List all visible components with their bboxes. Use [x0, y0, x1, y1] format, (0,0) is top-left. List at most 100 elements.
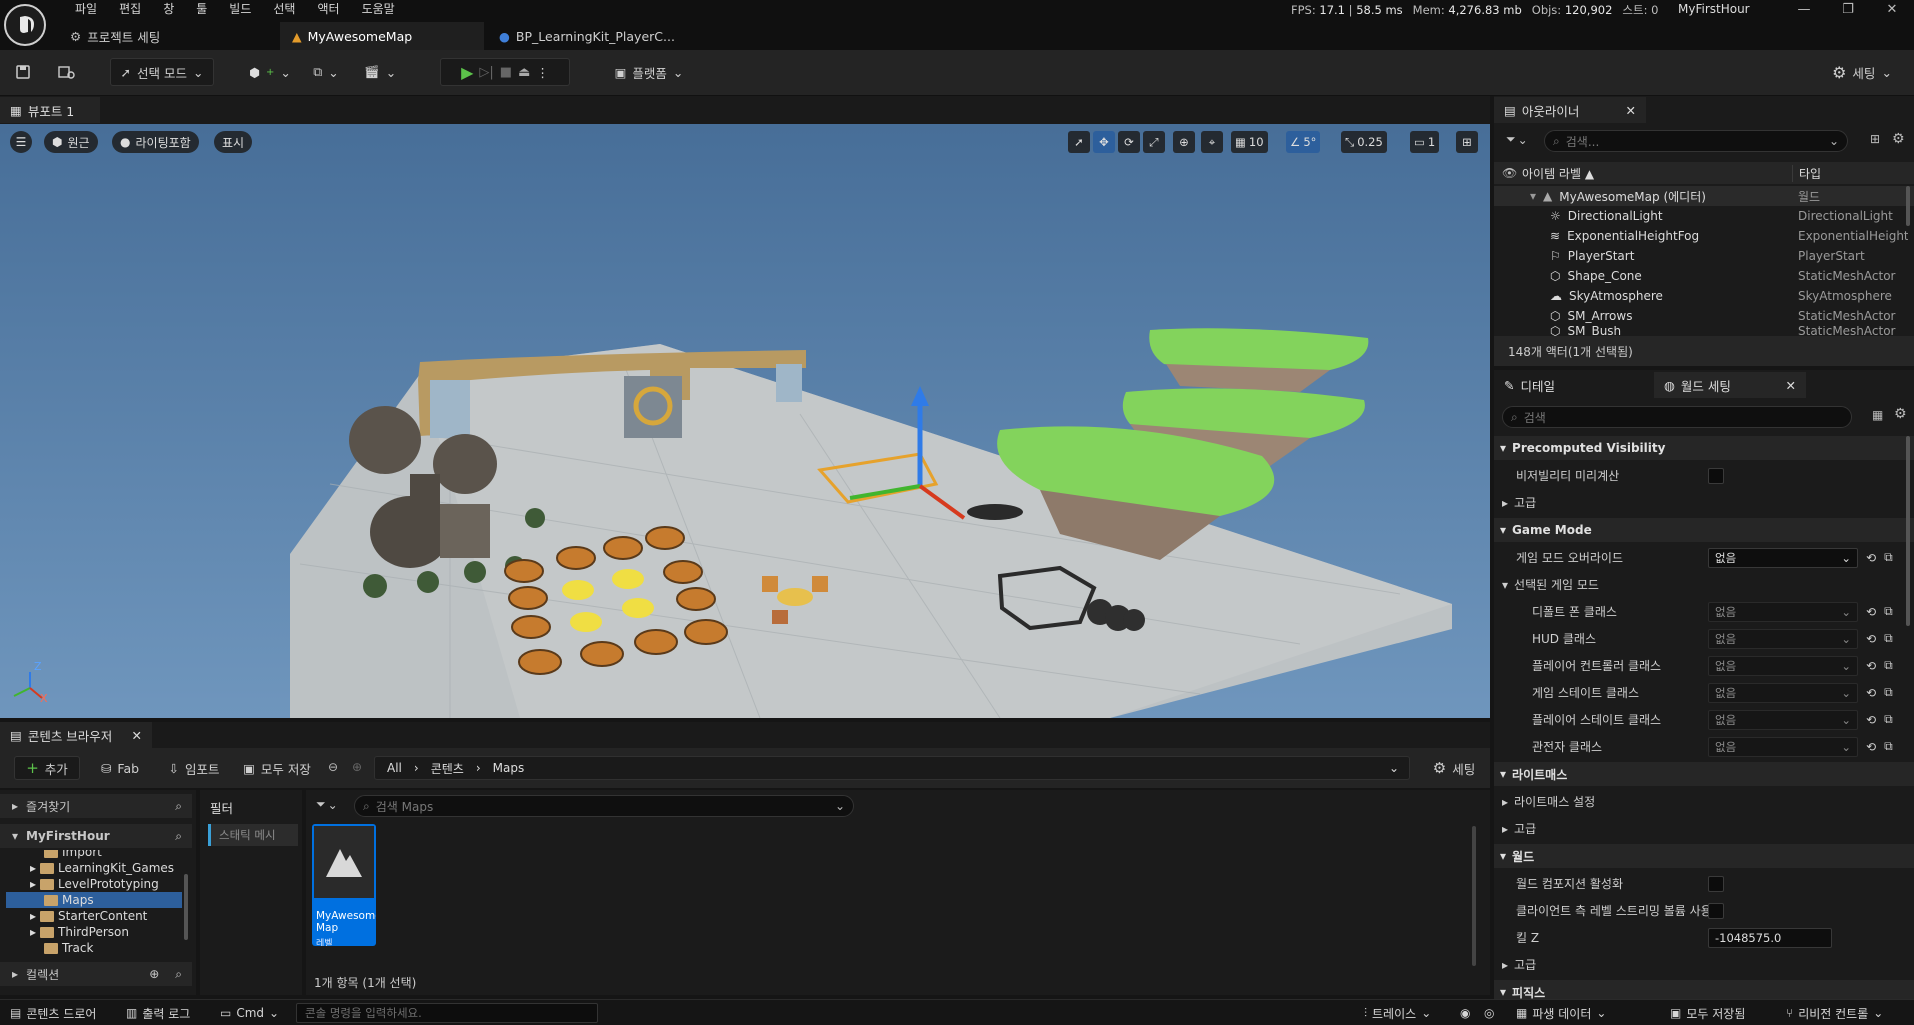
close-icon[interactable]: ✕	[1786, 378, 1796, 393]
save-icon[interactable]	[10, 58, 36, 86]
tab-viewport[interactable]: ▦ 뷰포트 1	[0, 97, 100, 123]
stop-icon[interactable]: ■	[500, 65, 512, 80]
menu-help[interactable]: 도움말	[351, 1, 406, 18]
tab-details[interactable]: ✎ 디테일	[1494, 372, 1565, 398]
lighting-mode-button[interactable]: ● 라이팅포함	[112, 131, 199, 153]
output-log-button[interactable]: ▥ 출력 로그	[126, 1004, 190, 1022]
asset-scrollbar[interactable]	[1472, 826, 1476, 966]
asset-search[interactable]: ⌕ 검색 Maps ⌄	[354, 795, 854, 817]
section-lightmass[interactable]: ▾ 라이트매스	[1494, 762, 1914, 786]
reset-arrow-icon[interactable]: ⟲	[1866, 632, 1876, 646]
favorites-header[interactable]: ▸ 즐겨찾기 ⌕	[0, 794, 192, 818]
derived-data-dropdown[interactable]: ▦ 파생 데이터 ⌄	[1516, 1004, 1606, 1022]
scale-tool-icon[interactable]: ⤢	[1143, 131, 1165, 153]
import-button[interactable]: ⇩ 임포트	[164, 756, 224, 780]
row-advanced[interactable]: ▸ 고급	[1494, 489, 1914, 516]
tab-content-browser[interactable]: ▤ 콘텐츠 브라우저 ✕	[0, 722, 152, 748]
reset-arrow-icon[interactable]: ⟲	[1866, 605, 1876, 619]
breadcrumb-maps[interactable]: Maps	[493, 761, 525, 775]
layout-icon[interactable]: ⊞	[1456, 131, 1478, 153]
gamemode-override-dropdown[interactable]: 없음 ⌄	[1708, 547, 1858, 568]
outliner-row[interactable]: ☁ SkyAtmosphere SkyAtmosphere	[1494, 286, 1914, 306]
browse-icon[interactable]: ⧉	[1884, 604, 1893, 619]
scale-snap-button[interactable]: ⤡ 0.25	[1341, 131, 1387, 153]
browse-icon[interactable]: ⧉	[1884, 739, 1893, 754]
project-header[interactable]: ▾ MyFirstHour ⌕	[0, 824, 192, 848]
row-advanced-world[interactable]: ▸ 고급	[1494, 951, 1914, 978]
outliner-row[interactable]: ⬡ SM_Arrows StaticMeshActor	[1494, 306, 1914, 326]
trace-dropdown[interactable]: ⫶ 트레이스 ⌄	[1364, 1004, 1431, 1022]
rotate-tool-icon[interactable]: ⟳	[1118, 131, 1140, 153]
restore-icon[interactable]: ❐	[1826, 0, 1870, 18]
column-type[interactable]: 타입	[1792, 164, 1821, 182]
table-view-icon[interactable]: ▦	[1872, 408, 1883, 422]
cmd-dropdown[interactable]: ▭ Cmd ⌄	[220, 1004, 279, 1022]
step-icon[interactable]: ▷|	[479, 65, 493, 80]
folder-item[interactable]: Track	[0, 940, 182, 956]
details-search[interactable]: ⌕ 검색	[1502, 406, 1852, 428]
platform-dropdown[interactable]: ▣ 플랫폼 ⌄	[610, 58, 688, 86]
reset-arrow-icon[interactable]: ⟲	[1866, 659, 1876, 673]
close-icon[interactable]: ✕	[1626, 103, 1636, 118]
player-controller-dropdown[interactable]: 없음 ⌄	[1708, 655, 1858, 676]
eject-icon[interactable]: ⏏	[518, 65, 530, 80]
kill-z-input[interactable]: -1048575.0	[1708, 927, 1832, 948]
unreal-logo-icon[interactable]	[4, 4, 46, 46]
reset-arrow-icon[interactable]: ⟲	[1866, 686, 1876, 700]
precompute-visibility-checkbox[interactable]	[1708, 467, 1724, 484]
default-pawn-dropdown[interactable]: 없음 ⌄	[1708, 601, 1858, 622]
spectator-dropdown[interactable]: 없음 ⌄	[1708, 736, 1858, 757]
search-icon[interactable]: ⌕	[175, 799, 182, 814]
fab-button[interactable]: ⛁ Fab	[94, 756, 146, 780]
folder-item[interactable]: ▸ StarterContent	[0, 908, 182, 924]
close-icon[interactable]: ✕	[132, 728, 142, 743]
cinematics-button[interactable]: 🎬︎ ⌄	[358, 58, 402, 86]
minimize-icon[interactable]: —	[1782, 0, 1826, 18]
back-arrow-icon[interactable]: ⊖	[328, 760, 338, 774]
world-space-icon[interactable]: ⊕	[1173, 131, 1195, 153]
tab-world-settings[interactable]: ◍ 월드 세팅 ✕	[1654, 372, 1806, 398]
search-icon[interactable]: ⌕	[175, 829, 182, 844]
filter-button[interactable]: ⏷ ⌄	[1506, 132, 1528, 147]
outliner-search[interactable]: ⌕ 검색... ⌄	[1544, 130, 1848, 152]
section-physics[interactable]: ▾ 피직스	[1494, 980, 1914, 1000]
game-state-dropdown[interactable]: 없음 ⌄	[1708, 682, 1858, 703]
folder-item[interactable]: ▸ ThirdPerson	[0, 924, 182, 940]
perspective-button[interactable]: ⬢ 원근	[44, 131, 98, 153]
row-lightmass-settings[interactable]: ▸ 라이트매스 설정	[1494, 788, 1914, 815]
add-collection-icon[interactable]: ⊕	[149, 967, 159, 981]
add-button[interactable]: + 추가	[14, 756, 80, 780]
browse-icon[interactable]: ⧉	[1884, 550, 1893, 565]
folder-item[interactable]: ▸ LevelPrototyping	[0, 876, 182, 892]
surface-snap-icon[interactable]: ⌖	[1201, 131, 1223, 153]
browse-icon[interactable]: ⧉	[1884, 631, 1893, 646]
folder-item[interactable]: ▸ LearningKit_Games	[0, 860, 182, 876]
outliner-row[interactable]: ▾ ▲ MyAwesomeMap (에디터) 월드	[1494, 186, 1914, 206]
camera-speed-button[interactable]: ▭ 1	[1410, 131, 1440, 153]
outliner-scrollbar[interactable]	[1906, 186, 1910, 226]
breadcrumb-content[interactable]: 콘텐츠	[431, 760, 464, 777]
reset-arrow-icon[interactable]: ⟲	[1866, 740, 1876, 754]
gear-icon[interactable]: ⚙	[1892, 131, 1905, 147]
browse-icon[interactable]: ⧉	[1884, 658, 1893, 673]
menu-actor[interactable]: 액터	[306, 1, 350, 18]
revision-control-button[interactable]: ⑂ 리비전 컨트롤 ⌄	[1786, 1004, 1883, 1022]
tab-map[interactable]: ▲ MyAwesomeMap	[280, 22, 484, 50]
more-options-icon[interactable]: ⋮	[536, 65, 549, 80]
reset-arrow-icon[interactable]: ⟲	[1866, 551, 1876, 565]
outliner-row[interactable]: ≋ ExponentialHeightFog ExponentialHeight	[1494, 226, 1914, 246]
outliner-row[interactable]: ☼ DirectionalLight DirectionalLight	[1494, 206, 1914, 226]
grid-snap-button[interactable]: ▦ 10	[1231, 131, 1268, 153]
row-selected-gamemode[interactable]: ▾ 선택된 게임 모드	[1494, 571, 1914, 598]
menu-tools[interactable]: 툴	[185, 1, 218, 18]
screenshot-icon[interactable]: ◎	[1484, 1004, 1494, 1022]
show-button[interactable]: 표시	[214, 131, 253, 153]
browse-icon[interactable]: ⧉	[1884, 685, 1893, 700]
menu-file[interactable]: 파일	[64, 1, 108, 18]
menu-build[interactable]: 빌드	[218, 1, 262, 18]
record-icon[interactable]: ◉	[1460, 1004, 1470, 1022]
source-control-icon[interactable]	[54, 58, 80, 86]
details-scrollbar[interactable]	[1906, 436, 1910, 626]
cb-settings-button[interactable]: ⚙ 세팅	[1428, 756, 1480, 780]
viewport-menu-button[interactable]: ☰	[10, 131, 32, 153]
